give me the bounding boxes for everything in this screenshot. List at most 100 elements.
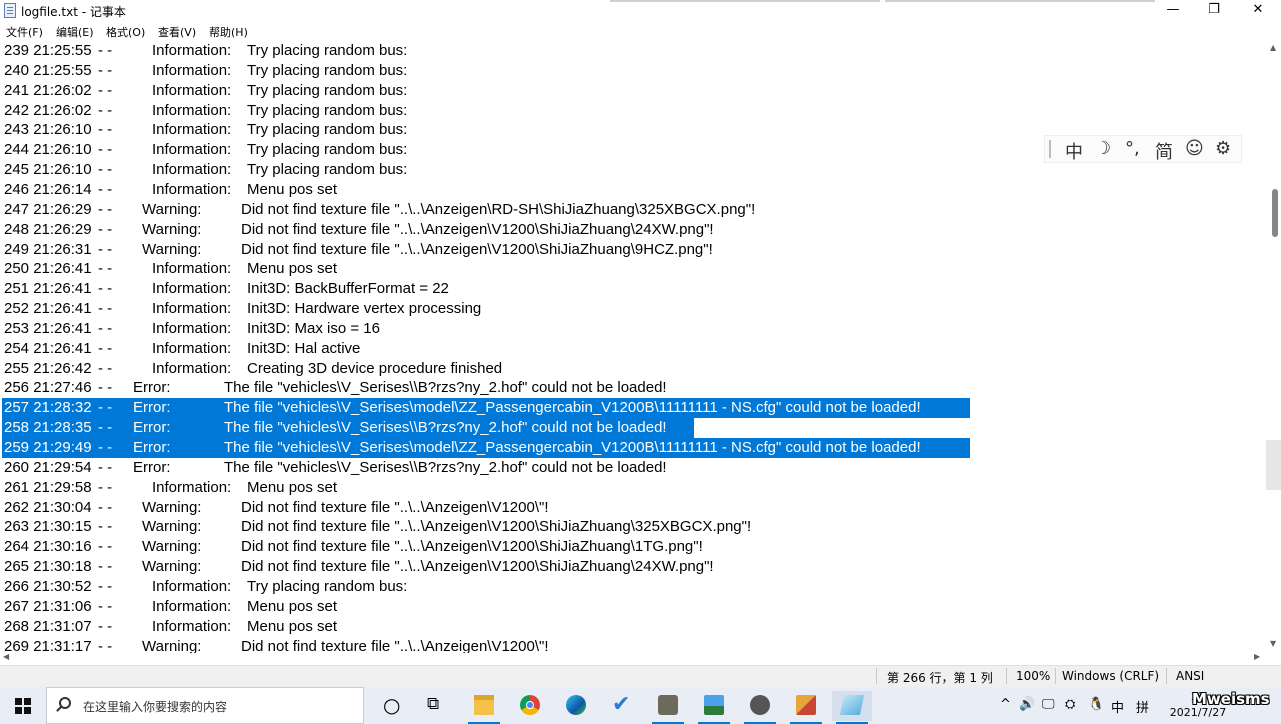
- scroll-left-icon[interactable]: ◀: [3, 652, 9, 661]
- log-line-number-and-time: 256 21:27:46: [4, 379, 92, 397]
- log-line[interactable]: 247 21:26:29 - - Warning: Did not find text…: [0, 200, 1268, 220]
- log-line-type: Information:: [152, 597, 232, 615]
- minimize-button[interactable]: —: [1150, 0, 1196, 22]
- log-line[interactable]: 240 21:25:55 - - Information: Try placing r…: [0, 61, 1268, 81]
- start-button[interactable]: [0, 687, 46, 724]
- log-line-type: Information:: [152, 478, 232, 496]
- log-line[interactable]: 258 21:28:35 - - Error: The file "vehicles\…: [0, 418, 1268, 439]
- log-line-message: Try placing random bus:: [247, 121, 408, 139]
- maximize-button[interactable]: ❐: [1191, 0, 1237, 22]
- ime-moon-icon[interactable]: ☽: [1095, 138, 1111, 159]
- ime-chinese-mode-icon[interactable]: 中: [1065, 138, 1083, 164]
- input-language-icon[interactable]: 中: [1111, 697, 1124, 716]
- log-line-dash: - -: [98, 637, 113, 654]
- log-line[interactable]: 256 21:27:46 - - Error: The file "vehicles\…: [0, 378, 1268, 398]
- close-button[interactable]: ✕: [1235, 0, 1281, 22]
- scroll-up-icon[interactable]: ▲: [1270, 43, 1276, 52]
- log-line[interactable]: 261 21:29:58 - - Information: Menu pos set: [0, 478, 1268, 498]
- log-line[interactable]: 239 21:25:55 - - Information: Try placing r…: [0, 41, 1268, 61]
- title-bar[interactable]: logfile.txt - 记事本 — ❐ ✕: [0, 0, 1281, 22]
- log-line[interactable]: 264 21:30:16 - - Warning: Did not find text…: [0, 537, 1268, 557]
- ime-settings-icon[interactable]: ⚙: [1215, 138, 1231, 159]
- background-window-edge: [610, 0, 880, 2]
- background-window-edge: [885, 0, 1155, 2]
- bus-game-icon[interactable]: [648, 691, 688, 724]
- log-line[interactable]: 259 21:29:49 - - Error: The file "vehicles\…: [0, 438, 1268, 458]
- todo-icon[interactable]: ✔: [602, 691, 642, 721]
- log-line-dash: - -: [98, 558, 113, 576]
- menu-bar: 文件(F) 编辑(E) 格式(O) 查看(V) 帮助(H): [0, 22, 1281, 41]
- ime-drag-handle[interactable]: [1049, 140, 1051, 158]
- tray-overflow-icon[interactable]: ^: [1000, 697, 1011, 712]
- log-line[interactable]: 255 21:26:42 - - Information: Creating 3D d…: [0, 359, 1268, 379]
- network-icon[interactable]: 🖵: [1042, 697, 1055, 712]
- log-line-number-and-time: 258 21:28:35: [4, 419, 92, 437]
- log-line[interactable]: 249 21:26:31 - - Warning: Did not find text…: [0, 240, 1268, 260]
- log-line[interactable]: 262 21:30:04 - - Warning: Did not find text…: [0, 498, 1268, 518]
- log-line[interactable]: 250 21:26:41 - - Information: Menu pos set: [0, 259, 1268, 279]
- qq-icon[interactable]: 🐧: [1088, 697, 1104, 712]
- log-line[interactable]: 266 21:30:52 - - Information: Try placing r…: [0, 577, 1268, 597]
- log-line-number-and-time: 246 21:26:14: [4, 180, 92, 198]
- log-line[interactable]: 253 21:26:41 - - Information: Init3D: Max i…: [0, 319, 1268, 339]
- log-line-number-and-time: 254 21:26:41: [4, 339, 92, 357]
- vertical-scroll-thumb[interactable]: [1272, 189, 1278, 237]
- cortana-icon[interactable]: ○: [383, 693, 400, 717]
- log-line-dash: - -: [98, 220, 113, 238]
- log-line[interactable]: 252 21:26:41 - - Information: Init3D: Hardw…: [0, 299, 1268, 319]
- ime-simplified-icon[interactable]: 简: [1155, 138, 1173, 164]
- bus-simulator-icon[interactable]: [740, 691, 780, 724]
- log-line[interactable]: 241 21:26:02 - - Information: Try placing r…: [0, 81, 1268, 101]
- log-line[interactable]: 257 21:28:32 - - Error: The file "vehicles\…: [0, 398, 1268, 419]
- log-line-message: Try placing random bus:: [247, 61, 408, 79]
- text-editor[interactable]: 239 21:25:55 - - Information: Try placing r…: [0, 41, 1268, 653]
- horizontal-scrollbar[interactable]: ◀ ▶: [0, 652, 1268, 665]
- office-icon[interactable]: [786, 691, 826, 724]
- photos-icon[interactable]: [694, 691, 734, 724]
- chrome-icon[interactable]: [510, 691, 550, 721]
- log-line-dash: - -: [98, 240, 113, 258]
- bluetooth-icon[interactable]: ⛭: [1065, 697, 1075, 712]
- log-line-number-and-time: 255 21:26:42: [4, 359, 92, 377]
- log-line-message: Did not find texture file "..\..\Anzeige…: [241, 538, 703, 556]
- taskbar-search-box[interactable]: 在这里输入你要搜索的内容: [46, 687, 364, 724]
- log-line-message: Init3D: Max iso = 16: [247, 319, 380, 337]
- edge-icon[interactable]: [556, 691, 596, 721]
- log-line-number-and-time: 269 21:31:17: [4, 637, 92, 654]
- file-explorer-icon[interactable]: [464, 691, 504, 724]
- scroll-right-icon[interactable]: ▶: [1254, 652, 1260, 661]
- vertical-scrollbar[interactable]: ▲ ▼: [1268, 41, 1281, 653]
- log-line[interactable]: 269 21:31:17 - - Warning: Did not find text…: [0, 637, 1268, 654]
- log-line-type: Information:: [152, 577, 232, 595]
- log-line-message: The file "vehicles\V_Serises\\B?rzs?ny_2…: [224, 379, 667, 397]
- menu-file[interactable]: 文件(F): [6, 24, 43, 40]
- menu-format[interactable]: 格式(O): [106, 24, 145, 40]
- log-line-message: Init3D: Hardware vertex processing: [247, 300, 482, 318]
- scroll-down-icon[interactable]: ▼: [1270, 639, 1276, 648]
- log-line[interactable]: 248 21:26:29 - - Warning: Did not find text…: [0, 220, 1268, 240]
- log-line[interactable]: 263 21:30:15 - - Warning: Did not find text…: [0, 517, 1268, 537]
- log-line[interactable]: 242 21:26:02 - - Information: Try placing r…: [0, 101, 1268, 121]
- log-line-message: The file "vehicles\V_Serises\\B?rzs?ny_2…: [224, 419, 667, 437]
- log-line[interactable]: 254 21:26:41 - - Information: Init3D: Hal a…: [0, 339, 1268, 359]
- log-line-dash: - -: [98, 538, 113, 556]
- ime-punctuation-icon[interactable]: °,: [1125, 138, 1140, 159]
- log-line[interactable]: 246 21:26:14 - - Information: Menu pos set: [0, 180, 1268, 200]
- menu-edit[interactable]: 编辑(E): [56, 24, 94, 40]
- ime-emoji-icon[interactable]: ☺: [1185, 138, 1204, 159]
- log-line[interactable]: 265 21:30:18 - - Warning: Did not find text…: [0, 557, 1268, 577]
- log-line-number-and-time: 261 21:29:58: [4, 478, 92, 496]
- ime-mode-icon[interactable]: 拼: [1136, 697, 1149, 716]
- task-view-icon[interactable]: ⧉: [427, 694, 439, 714]
- notepad-taskbar-icon[interactable]: [832, 691, 872, 724]
- log-line[interactable]: 268 21:31:07 - - Information: Menu pos set: [0, 617, 1268, 637]
- log-line[interactable]: 260 21:29:54 - - Error: The file "vehicles\…: [0, 458, 1268, 478]
- volume-icon[interactable]: 🔊: [1019, 697, 1035, 712]
- log-line-type: Information:: [152, 180, 232, 198]
- log-line-dash: - -: [98, 319, 113, 337]
- log-line-type: Information:: [152, 280, 232, 298]
- log-line[interactable]: 251 21:26:41 - - Information: Init3D: BackB…: [0, 279, 1268, 299]
- menu-help[interactable]: 帮助(H): [209, 24, 248, 40]
- log-line[interactable]: 267 21:31:06 - - Information: Menu pos set: [0, 597, 1268, 617]
- menu-view[interactable]: 查看(V): [158, 24, 196, 40]
